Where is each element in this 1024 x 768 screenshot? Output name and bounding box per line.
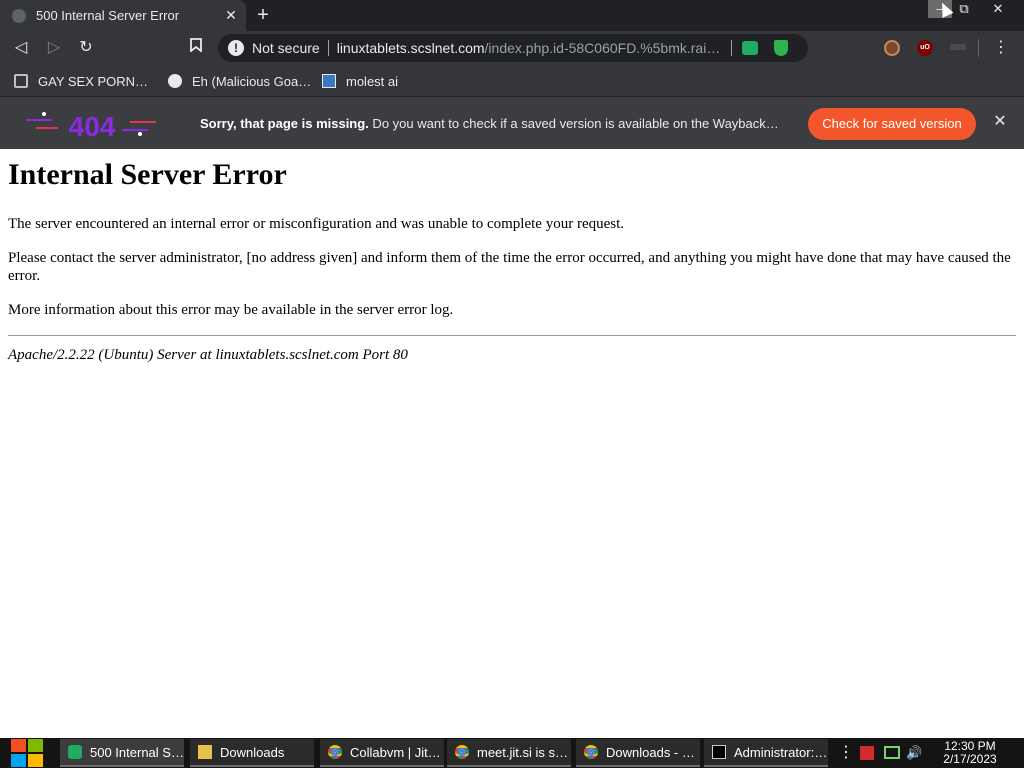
globe-icon (12, 8, 26, 23)
tab-title: 500 Internal Server Error (36, 8, 180, 23)
page-title: Internal Server Error (8, 158, 287, 191)
omnibox-divider (327, 40, 329, 56)
banner-message: Sorry, that page is missing. Do you want… (200, 116, 779, 131)
green-extension-icon[interactable] (741, 41, 758, 55)
cmd-icon (712, 745, 726, 759)
taskbar-item-label: Downloads - … (606, 744, 695, 760)
server-signature: Apache/2.2.22 (Ubuntu) Server at linuxta… (8, 347, 408, 363)
omnibox-divider-2 (730, 40, 732, 56)
bookmark-item-3[interactable]: molest ai (322, 71, 398, 91)
taskbar-item-label: Collabvm | Jit… (350, 744, 441, 760)
banner-text: Do you want to check if a saved version … (368, 116, 779, 131)
security-label[interactable]: Not secure (252, 40, 320, 56)
taskbar-item-label: Administrator:… (734, 744, 828, 760)
chrome-icon (584, 745, 598, 759)
windows-logo-icon-3 (11, 754, 26, 767)
tab-strip: 500 Internal Server Error ✕ + – ⧉ ✕ (0, 0, 1024, 31)
network-icon[interactable] (884, 746, 900, 759)
404-logo: 404 (22, 103, 162, 143)
start-button[interactable] (10, 738, 44, 768)
wayback-banner: 404 Sorry, that page is missing. Do you … (0, 97, 1024, 149)
warning-icon[interactable]: ! (228, 40, 244, 56)
bookmark-item-1[interactable]: GAY SEX PORN… (14, 71, 148, 91)
image-icon (322, 74, 336, 88)
taskbar-item[interactable]: Collabvm | Jit… (320, 739, 444, 767)
clock-date: 2/17/2023 (943, 752, 997, 766)
404-logo-text: 404 (69, 111, 116, 142)
volume-icon[interactable]: 🔊 (906, 746, 922, 760)
bookmark-label: GAY SEX PORN… (38, 73, 149, 89)
taskbar-item-label: 500 Internal S… (90, 744, 184, 760)
bookmark-label: Eh (Malicious Goa… (192, 73, 312, 89)
browser-tab[interactable]: 500 Internal Server Error ✕ (0, 0, 246, 31)
taskbar-item[interactable]: Downloads - … (576, 739, 700, 767)
new-tab-button[interactable]: + (252, 4, 274, 26)
tray-overflow-button[interactable]: ⋮ (838, 743, 854, 763)
bookmark-glyph-icon (190, 38, 202, 53)
globe-icon (168, 74, 182, 88)
folder-icon (198, 745, 212, 759)
windows-logo-icon-2 (28, 739, 43, 752)
browser-toolbar: ◁ ▷ ↻ ! Not secure linuxtablets.scslnet.… (0, 31, 1024, 65)
taskbar: 500 Internal S… Downloads Collabvm | Jit… (0, 738, 1024, 768)
reload-button[interactable]: ↻ (75, 37, 97, 59)
bookmark-label: molest ai (346, 73, 399, 89)
windows-logo-icon-4 (28, 754, 43, 767)
taskbar-item[interactable]: 500 Internal S… (60, 739, 184, 767)
forward-button[interactable]: ▷ (43, 37, 65, 59)
banner-close-icon[interactable]: ✕ (990, 112, 1010, 132)
toolbar-divider (978, 39, 979, 57)
shield-extension-icon[interactable] (773, 40, 788, 56)
green-app-icon (68, 745, 82, 759)
tab-close-icon[interactable]: ✕ (220, 7, 242, 24)
maximize-button[interactable]: ⧉ (953, 0, 975, 18)
bookmark-item-2[interactable]: Eh (Malicious Goa… (168, 71, 311, 91)
bookmarks-bar: GAY SEX PORN… Eh (Malicious Goa… molest … (0, 65, 1024, 97)
chrome-icon (328, 745, 342, 759)
taskbar-item-label: Downloads (220, 744, 285, 760)
action-center-flag-icon[interactable] (860, 746, 874, 760)
error-paragraph-2: Please contact the server administrator,… (8, 250, 1011, 284)
ublock-icon[interactable]: uO (917, 40, 933, 56)
profile-avatar[interactable] (884, 40, 900, 56)
browser-menu-button[interactable]: ⋮ (992, 37, 1010, 59)
system-clock[interactable]: 12:30 PM 2/17/2023 (930, 740, 1010, 766)
taskbar-item[interactable]: meet.jit.si is s… (447, 739, 571, 767)
address-bar[interactable]: ! Not secure linuxtablets.scslnet.com/in… (218, 34, 808, 62)
check-saved-version-button[interactable]: Check for saved version (808, 108, 976, 140)
error-paragraph-1: The server encountered an internal error… (8, 216, 625, 232)
taskbar-item[interactable]: Downloads (190, 739, 314, 767)
windows-logo-icon (11, 739, 26, 752)
back-button[interactable]: ◁ (10, 37, 32, 59)
taskbar-item[interactable]: Administrator:… (704, 739, 828, 767)
url-text[interactable]: linuxtablets.scslnet.com/index.php.id-58… (337, 40, 729, 56)
bookmark-icon[interactable] (186, 37, 206, 59)
error-page: Internal Server Error The server encount… (8, 149, 1016, 364)
banner-bold-text: Sorry, that page is missing. (200, 116, 369, 131)
divider (8, 335, 1016, 336)
url-host: linuxtablets.scslnet.com (336, 40, 485, 56)
error-paragraph-3: More information about this error may be… (8, 302, 454, 318)
taskbar-item-label: meet.jit.si is s… (477, 744, 569, 760)
url-path: /index.php.id-58C060FD.%5bmk.rai… (484, 40, 721, 56)
gray-extension-icon[interactable] (950, 44, 966, 50)
chrome-icon (455, 745, 469, 759)
stack-icon (14, 74, 28, 88)
window-close-button[interactable]: ✕ (978, 0, 1018, 18)
